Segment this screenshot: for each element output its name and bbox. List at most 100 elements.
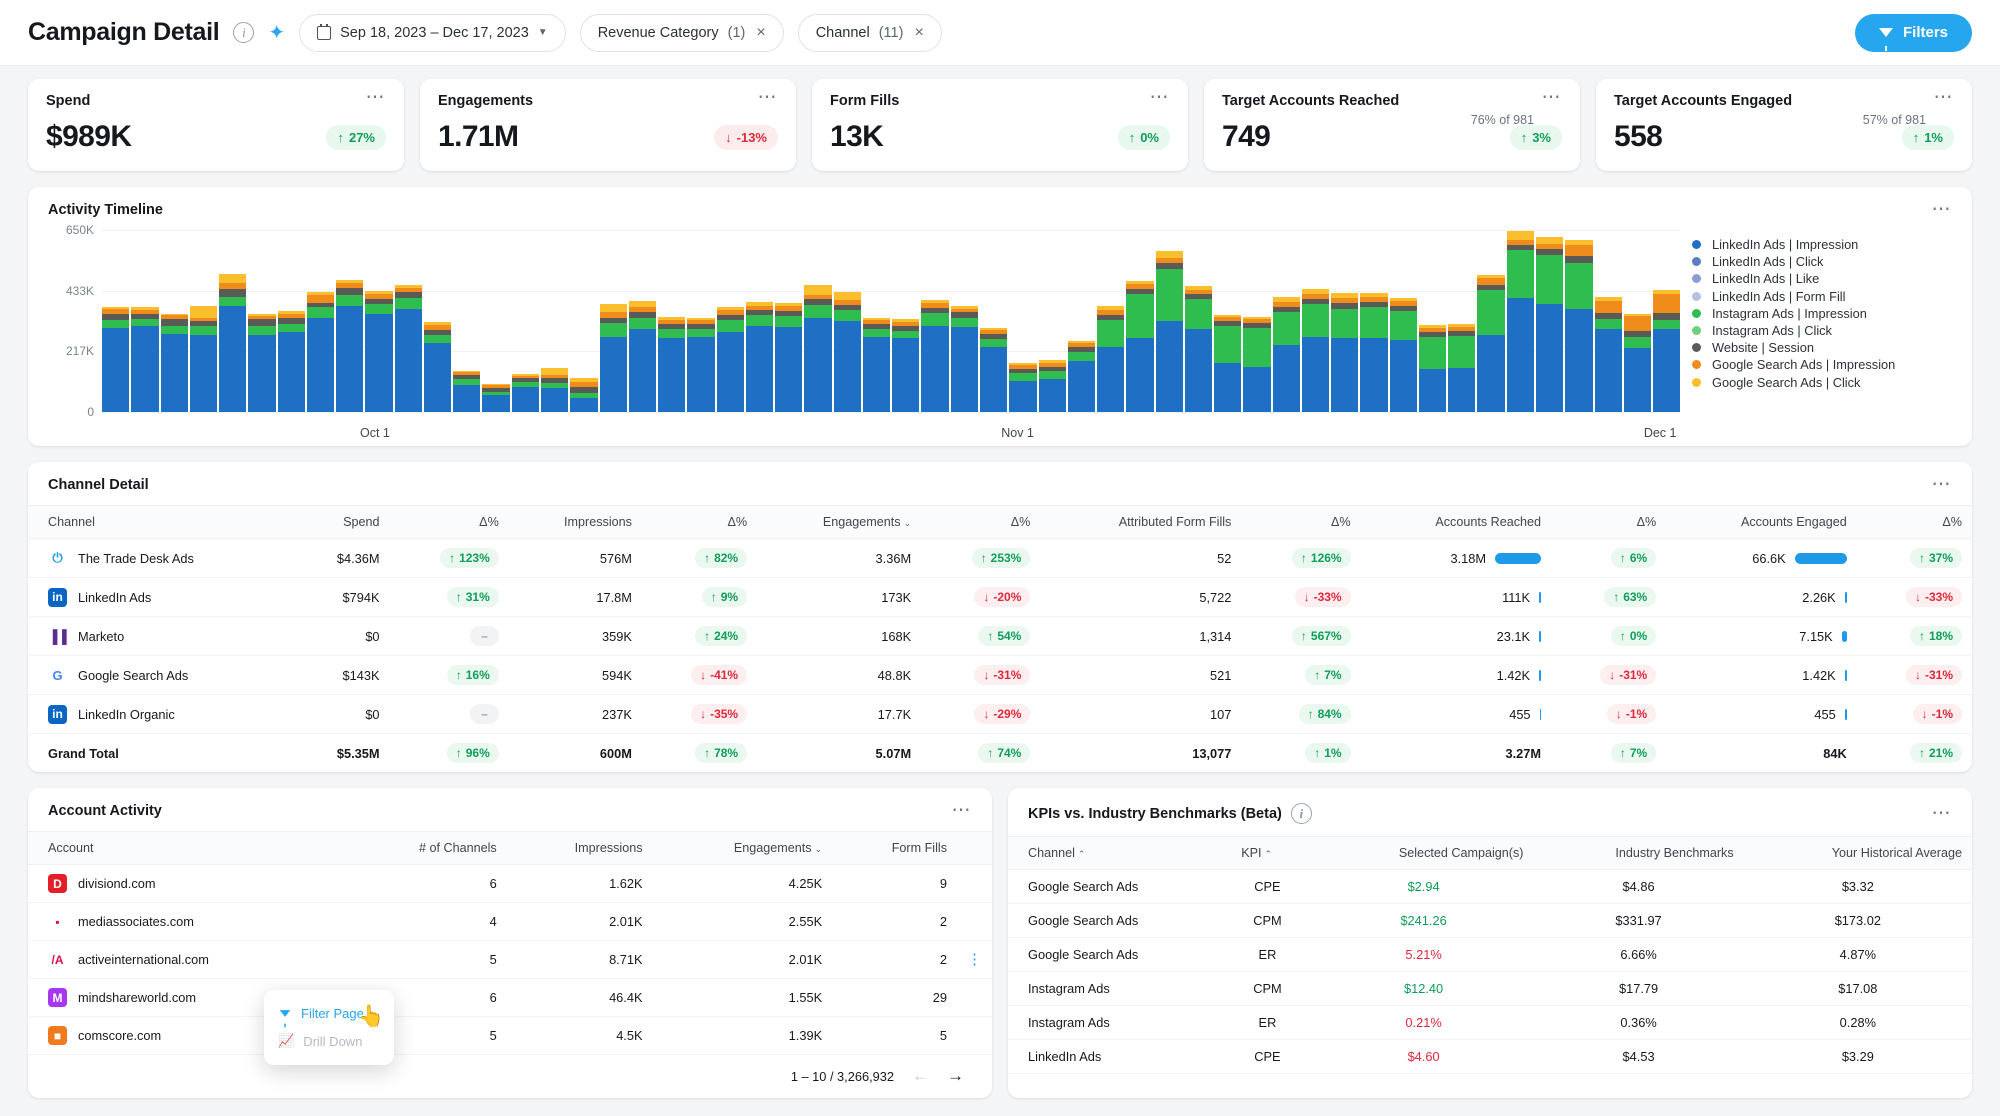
table-row[interactable]: Google Search AdsCPE$2.94$4.86$3.32 [1008,870,1972,904]
chart-bar[interactable] [658,317,685,412]
chart-bar[interactable] [1039,360,1066,412]
legend-item[interactable]: Instagram Ads | Impression [1692,305,1952,322]
more-options-icon[interactable]: ⋯ [1932,809,1953,819]
sparkle-icon[interactable]: ✦ [268,23,285,43]
chart-bar[interactable] [1653,290,1680,412]
chart-bar[interactable] [131,307,158,412]
chart-bar[interactable] [1009,363,1036,412]
chart-bar[interactable] [1097,306,1124,412]
column-header-engagements[interactable]: Engagements⌄ [757,506,921,539]
table-row[interactable]: Instagram AdsCPM$12.40$17.79$17.08 [1008,972,1972,1006]
table-row[interactable]: Mmindshareworld.com646.4K1.55K29 [28,979,992,1017]
chart-bar[interactable] [1419,325,1446,412]
chart-bar[interactable] [1126,281,1153,412]
column-header-your-historical-average[interactable]: Your Historical Average [1744,837,1972,870]
context-menu-drill-down[interactable]: 📈 Drill Down [264,1027,394,1055]
table-row[interactable]: Instagram AdsER0.21%0.36%0.28% [1008,1006,1972,1040]
table-row[interactable]: ⏻The Trade Desk Ads$4.36M↑123%576M↑82%3.… [28,539,1972,578]
chart-bar[interactable] [1360,293,1387,412]
close-icon[interactable]: × [912,24,923,42]
legend-item[interactable]: Website | Session [1692,339,1952,356]
column-header-[interactable]: Δ% [1857,506,1972,539]
table-row[interactable]: Ddivisiond.com61.62K4.25K9 [28,865,992,903]
date-range-filter[interactable]: Sep 18, 2023 – Dec 17, 2023 ▼ [299,14,566,52]
column-header-of-channels[interactable]: # of Channels [345,832,507,865]
table-row[interactable]: LinkedIn AdsCPE$4.60$4.53$3.29 [1008,1040,1972,1074]
column-header-channel[interactable]: Channel⌃ [1008,837,1221,870]
more-options-icon[interactable]: ⋯ [758,93,779,103]
legend-item[interactable]: LinkedIn Ads | Click [1692,253,1952,270]
column-header-spend[interactable]: Spend [295,506,390,539]
more-options-icon[interactable]: ⋯ [1932,480,1953,490]
chart-bar[interactable] [600,304,627,412]
column-header-channel[interactable]: Channel [28,506,295,539]
column-header-[interactable]: Δ% [921,506,1040,539]
filter-chip-revenue-category[interactable]: Revenue Category (1) × [580,14,784,52]
table-row[interactable]: Google Search AdsER5.21%6.66%4.87% [1008,938,1972,972]
pagination-next-icon[interactable]: → [947,1066,964,1086]
chart-bar[interactable] [1331,293,1358,412]
chart-bar[interactable] [1273,297,1300,412]
chart-bar[interactable] [1068,341,1095,412]
chart-bar[interactable] [629,301,656,412]
chart-bar[interactable] [951,306,978,412]
column-header-accounts-engaged[interactable]: Accounts Engaged [1666,506,1857,539]
more-options-icon[interactable]: ⋯ [366,93,387,103]
chart-bar[interactable] [278,311,305,412]
row-context-menu[interactable]: Filter Page 📈 Drill Down [264,990,394,1065]
column-header-account[interactable]: Account [28,832,345,865]
chart-bar[interactable] [1565,240,1592,412]
chart-bar[interactable] [365,291,392,412]
chart-bar[interactable] [1185,286,1212,412]
table-row[interactable]: Google Search AdsCPM$241.26$331.97$173.0… [1008,904,1972,938]
chart-bar[interactable] [746,302,773,412]
info-icon[interactable]: i [233,22,254,43]
table-row[interactable]: inLinkedIn Organic$0–237K↓-35%17.7K↓-29%… [28,695,1972,734]
column-header-attributed-form-fills[interactable]: Attributed Form Fills [1040,506,1241,539]
legend-item[interactable]: Instagram Ads | Click [1692,322,1952,339]
table-row[interactable]: inLinkedIn Ads$794K↑31%17.8M↑9%173K↓-20%… [28,578,1972,617]
chart-bar[interactable] [863,318,890,412]
chart-bar[interactable] [1595,297,1622,412]
column-header-[interactable]: Δ% [1551,506,1666,539]
chart-bar[interactable] [453,371,480,413]
pagination-prev-icon[interactable]: ← [912,1066,929,1086]
chart-bar[interactable] [307,292,334,412]
row-kebab-icon[interactable]: ⋮ [967,951,982,968]
chart-bar[interactable] [190,306,217,412]
filter-chip-channel[interactable]: Channel (11) × [798,14,942,52]
chart-bar[interactable] [161,314,188,412]
chart-bar[interactable] [1390,298,1417,412]
chart-bar[interactable] [541,368,568,412]
column-header-kpi[interactable]: KPI⌃ [1221,837,1313,870]
more-options-icon[interactable]: ⋯ [1934,93,1955,103]
chart-bar[interactable] [804,285,831,412]
chart-bar[interactable] [248,314,275,412]
context-menu-filter-page[interactable]: Filter Page [264,1000,394,1027]
column-header-[interactable]: Δ% [642,506,757,539]
legend-item[interactable]: Google Search Ads | Click [1692,374,1952,391]
chart-bar[interactable] [775,303,802,412]
chart-bar[interactable] [687,318,714,412]
chart-bar[interactable] [980,328,1007,412]
chart-bar[interactable] [102,307,129,412]
legend-item[interactable]: LinkedIn Ads | Impression [1692,236,1952,253]
chart-bar[interactable] [1536,237,1563,412]
more-options-icon[interactable]: ⋯ [1542,93,1563,103]
chart-bar[interactable] [1448,324,1475,412]
chart-bar[interactable] [892,319,919,412]
table-row[interactable]: ▐▐Marketo$0–359K↑24%168K↑54%1,314↑567%23… [28,617,1972,656]
more-options-icon[interactable]: ⋯ [1150,93,1171,103]
column-header-[interactable]: Δ% [1241,506,1360,539]
column-header-engagements[interactable]: Engagements⌄ [653,832,833,865]
chart-bar[interactable] [717,307,744,412]
chart-bar[interactable] [921,300,948,412]
chart-bar[interactable] [834,292,861,412]
table-row[interactable]: GGoogle Search Ads$143K↑16%594K↓-41%48.8… [28,656,1972,695]
column-header-impressions[interactable]: Impressions [509,506,642,539]
chart-bar[interactable] [1156,251,1183,413]
filters-button[interactable]: Filters [1855,14,1972,52]
chart-bar[interactable] [1477,275,1504,412]
chart-bar[interactable] [424,322,451,412]
chart-bar[interactable] [1624,314,1651,412]
